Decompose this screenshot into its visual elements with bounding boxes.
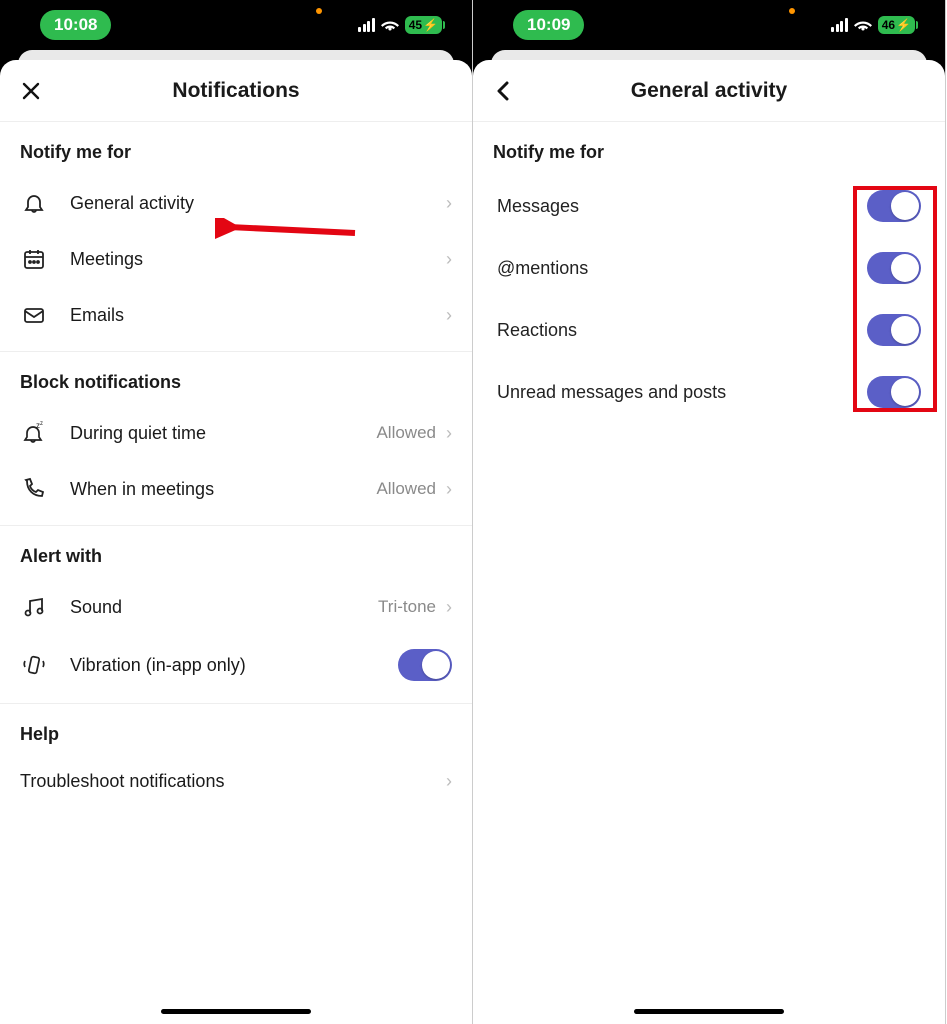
time-pill: 10:09 bbox=[513, 10, 584, 40]
close-button[interactable] bbox=[6, 66, 56, 116]
phone-notifications: 10:08 45⚡ Notifications Notify me for Ge… bbox=[0, 0, 473, 1024]
row-label: @mentions bbox=[497, 258, 867, 279]
row-label: Troubleshoot notifications bbox=[20, 771, 446, 792]
row-messages: Messages bbox=[473, 175, 945, 237]
row-vibration: Vibration (in-app only) bbox=[0, 635, 472, 695]
back-button[interactable] bbox=[479, 66, 529, 116]
vibration-icon bbox=[20, 651, 48, 679]
chevron-right-icon: › bbox=[446, 479, 452, 500]
battery-icon: 46⚡ bbox=[878, 16, 915, 34]
mail-icon bbox=[20, 301, 48, 329]
row-label: General activity bbox=[70, 193, 446, 214]
page-title: Notifications bbox=[0, 79, 472, 103]
section-title-alert: Alert with bbox=[0, 526, 472, 579]
row-label: Vibration (in-app only) bbox=[70, 655, 398, 676]
time-pill: 10:08 bbox=[40, 10, 111, 40]
row-label: When in meetings bbox=[70, 479, 376, 500]
home-indicator[interactable] bbox=[634, 1009, 784, 1014]
vibration-toggle[interactable] bbox=[398, 649, 452, 681]
section-title-help: Help bbox=[0, 704, 472, 757]
wifi-icon bbox=[381, 18, 399, 32]
row-value: Tri-tone bbox=[378, 597, 436, 617]
music-icon bbox=[20, 593, 48, 621]
recording-indicator-dot bbox=[316, 8, 322, 14]
row-quiet-time[interactable]: zz During quiet time Allowed › bbox=[0, 405, 472, 461]
status-bar: 10:08 45⚡ bbox=[0, 0, 472, 50]
status-bar: 10:09 46⚡ bbox=[473, 0, 945, 50]
toggle-messages[interactable] bbox=[867, 190, 921, 222]
row-label: Sound bbox=[70, 597, 378, 618]
row-troubleshoot[interactable]: Troubleshoot notifications › bbox=[0, 757, 472, 806]
status-icons: 46⚡ bbox=[831, 16, 915, 34]
section-title-notify: Notify me for bbox=[0, 122, 472, 175]
row-label: During quiet time bbox=[70, 423, 376, 444]
chevron-left-icon bbox=[493, 80, 515, 102]
home-indicator[interactable] bbox=[161, 1009, 311, 1014]
toggle-unread[interactable] bbox=[867, 376, 921, 408]
close-icon bbox=[20, 80, 42, 102]
row-in-meetings[interactable]: When in meetings Allowed › bbox=[0, 461, 472, 517]
sheet-header: General activity bbox=[473, 60, 945, 122]
sheet-header: Notifications bbox=[0, 60, 472, 122]
chevron-right-icon: › bbox=[446, 423, 452, 444]
row-unread: Unread messages and posts bbox=[473, 361, 945, 423]
chevron-right-icon: › bbox=[446, 305, 452, 326]
row-general-activity[interactable]: General activity › bbox=[0, 175, 472, 231]
row-label: Reactions bbox=[497, 320, 867, 341]
status-icons: 45⚡ bbox=[358, 16, 442, 34]
section-title-block: Block notifications bbox=[0, 352, 472, 405]
chevron-right-icon: › bbox=[446, 249, 452, 270]
svg-text:z: z bbox=[40, 421, 43, 427]
cellular-icon bbox=[358, 18, 375, 32]
row-emails[interactable]: Emails › bbox=[0, 287, 472, 343]
page-title: General activity bbox=[473, 79, 945, 103]
general-activity-sheet: General activity Notify me for Messages … bbox=[473, 60, 945, 1024]
cellular-icon bbox=[831, 18, 848, 32]
phone-general-activity: 10:09 46⚡ General activity Notify me for… bbox=[473, 0, 946, 1024]
row-reactions: Reactions bbox=[473, 299, 945, 361]
battery-icon: 45⚡ bbox=[405, 16, 442, 34]
row-mentions: @mentions bbox=[473, 237, 945, 299]
section-title-notify: Notify me for bbox=[473, 122, 945, 175]
calendar-icon bbox=[20, 245, 48, 273]
row-label: Messages bbox=[497, 196, 867, 217]
toggle-reactions[interactable] bbox=[867, 314, 921, 346]
bell-icon bbox=[20, 189, 48, 217]
chevron-right-icon: › bbox=[446, 597, 452, 618]
row-value: Allowed bbox=[376, 479, 436, 499]
toggle-mentions[interactable] bbox=[867, 252, 921, 284]
wifi-icon bbox=[854, 18, 872, 32]
row-meetings[interactable]: Meetings › bbox=[0, 231, 472, 287]
quiet-time-icon: zz bbox=[20, 419, 48, 447]
row-label: Emails bbox=[70, 305, 446, 326]
row-value: Allowed bbox=[376, 423, 436, 443]
phone-icon bbox=[20, 475, 48, 503]
row-sound[interactable]: Sound Tri-tone › bbox=[0, 579, 472, 635]
row-label: Meetings bbox=[70, 249, 446, 270]
recording-indicator-dot bbox=[789, 8, 795, 14]
chevron-right-icon: › bbox=[446, 193, 452, 214]
chevron-right-icon: › bbox=[446, 771, 452, 792]
notifications-sheet: Notifications Notify me for General acti… bbox=[0, 60, 472, 1024]
row-label: Unread messages and posts bbox=[497, 382, 867, 403]
